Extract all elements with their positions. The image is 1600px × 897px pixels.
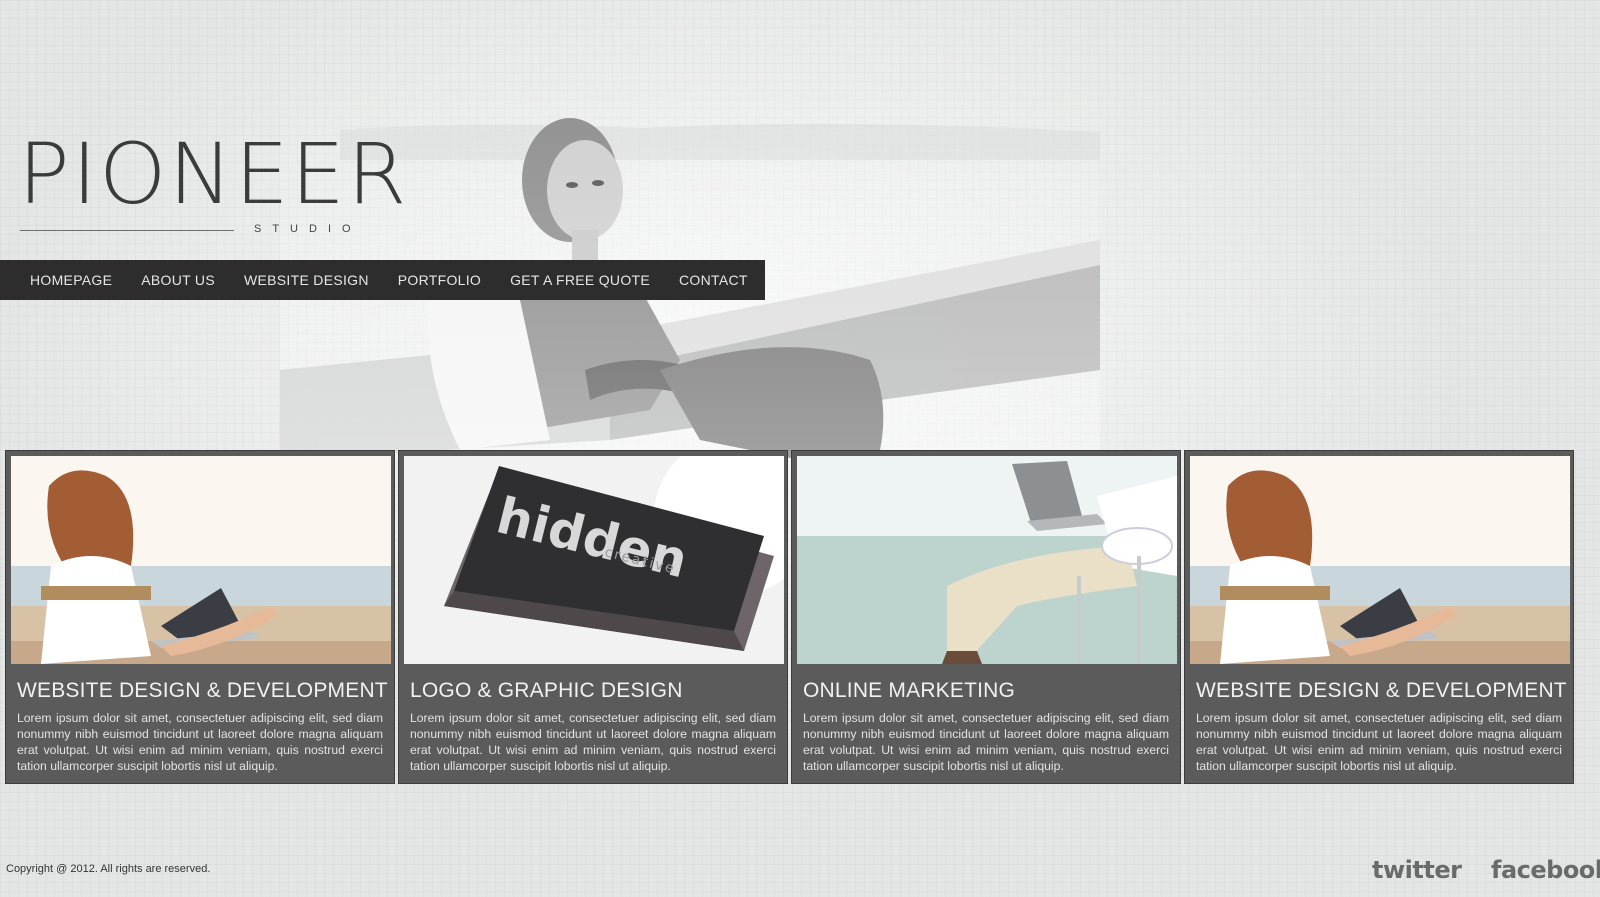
service-card-web-design-2[interactable]: WEBSITE DESIGN & DEVELOPMENT Lorem ipsum… [1184, 450, 1574, 784]
logo-subtitle: STUDIO [254, 223, 362, 235]
card-title: WEBSITE DESIGN & DEVELOPMENT [17, 679, 388, 702]
card-title: ONLINE MARKETING [803, 679, 1016, 702]
service-card-online-marketing[interactable]: ONLINE MARKETING Lorem ipsum dolor sit a… [791, 450, 1181, 784]
card-photo-woman-laptop-beach [1190, 456, 1570, 664]
nav-item-homepage[interactable]: HOMEPAGE [30, 272, 112, 288]
card-photo-woman-laptop-beach [11, 456, 391, 664]
logo-wordmark: PIONEER [18, 125, 409, 223]
copyright-text: Copyright @ 2012. All rights are reserve… [6, 863, 211, 875]
nav-item-contact[interactable]: CONTACT [679, 272, 748, 288]
card-photo-man-laptop-sea [797, 456, 1177, 664]
main-nav: HOMEPAGE ABOUT US WEBSITE DESIGN PORTFOL… [0, 260, 765, 300]
card-description: Lorem ipsum dolor sit amet, consectetuer… [17, 711, 383, 773]
logo-divider [20, 230, 234, 231]
service-cards: WEBSITE DESIGN & DEVELOPMENT Lorem ipsum… [5, 436, 1595, 784]
twitter-link[interactable]: twitter [1372, 856, 1462, 884]
nav-item-website-design[interactable]: WEBSITE DESIGN [244, 272, 369, 288]
site-logo[interactable]: PIONEER STUDIO [18, 126, 407, 246]
nav-item-free-quote[interactable]: GET A FREE QUOTE [510, 272, 650, 288]
card-description: Lorem ipsum dolor sit amet, consectetuer… [803, 711, 1169, 773]
nav-item-about-us[interactable]: ABOUT US [141, 272, 215, 288]
card-title: LOGO & GRAPHIC DESIGN [410, 679, 683, 702]
service-card-web-design[interactable]: WEBSITE DESIGN & DEVELOPMENT Lorem ipsum… [5, 450, 395, 784]
service-card-logo-design[interactable]: hidden creative LOGO & GRAPHIC DESIGN Lo… [398, 436, 814, 784]
facebook-link[interactable]: facebook [1491, 856, 1600, 884]
card-description: Lorem ipsum dolor sit amet, consectetuer… [410, 711, 776, 773]
card-description: Lorem ipsum dolor sit amet, consectetuer… [1196, 711, 1562, 773]
card-photo-business-cards: hidden creative [404, 436, 814, 664]
nav-item-portfolio[interactable]: PORTFOLIO [398, 272, 481, 288]
card-title: WEBSITE DESIGN & DEVELOPMENT [1196, 679, 1567, 702]
